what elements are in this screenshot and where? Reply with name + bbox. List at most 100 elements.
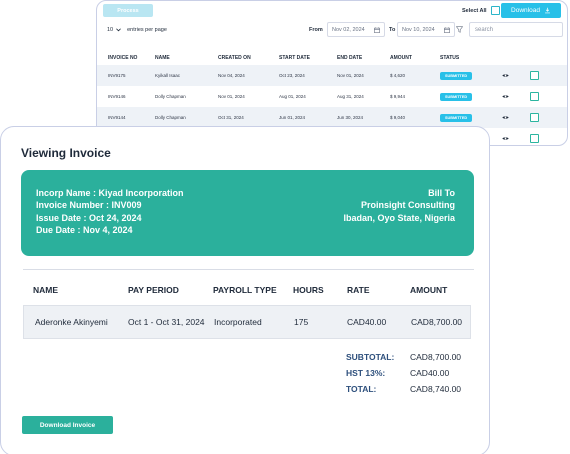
table-header: INVOICE NO NAME CREATED ON START DATE EN… — [97, 51, 567, 65]
invoice-no-cell: INV9175 — [108, 73, 126, 78]
chevron-down-icon — [116, 28, 122, 32]
column-header: AMOUNT — [410, 285, 448, 295]
table-row[interactable]: INV9175 Kyikall Isaac Nov 04, 2024 Oct 2… — [97, 65, 567, 86]
invoice-number: Invoice Number : INV009 — [36, 200, 142, 211]
column-header: RATE — [347, 285, 370, 295]
row-checkbox[interactable] — [530, 134, 539, 143]
search-input[interactable]: search — [469, 22, 563, 37]
select-all-control[interactable]: Select All — [462, 6, 500, 15]
name-cell: Dolly Chapman — [155, 94, 186, 99]
row-checkbox[interactable] — [530, 113, 539, 122]
from-label: From — [309, 27, 323, 33]
item-rate: CAD40.00 — [347, 317, 387, 327]
item-pay-period: Oct 1 - Oct 31, 2024 — [128, 317, 205, 327]
column-header: HOURS — [293, 285, 324, 295]
calendar-icon — [374, 26, 380, 33]
invoice-meta: Incorp Name : Kiyad Incorporation Invoic… — [36, 187, 184, 236]
line-item-row: Aderonke Akinyemi Oct 1 - Oct 31, 2024 I… — [23, 305, 471, 339]
bill-to: Bill To Proinsight Consulting Ibadan, Oy… — [343, 187, 455, 224]
table-row[interactable]: INV9146 Dolly Chapman Nov 01, 2024 Aug 0… — [97, 86, 567, 107]
select-all-label: Select All — [462, 7, 487, 14]
corp-name: Incorp Name : Kiyad Incorporation — [36, 188, 184, 198]
column-header: PAYROLL TYPE — [213, 285, 277, 295]
column-header[interactable]: CREATED ON — [218, 55, 279, 61]
issue-date: Issue Date : Oct 24, 2024 — [36, 212, 142, 223]
subtotal-label: SUBTOTAL: — [346, 352, 395, 362]
select-all-checkbox[interactable] — [490, 6, 500, 15]
calendar-icon — [444, 26, 450, 33]
tax-label: HST 13%: — [346, 368, 386, 378]
end-date-cell: Aug 31, 2024 — [337, 94, 364, 99]
invoice-no-cell: INV9144 — [108, 115, 126, 120]
total-label: TOTAL: — [346, 384, 377, 394]
totals-block: SUBTOTAL: CAD8,700.00 HST 13%: CAD40.00 … — [346, 349, 461, 397]
tax-value: CAD40.00 — [410, 368, 450, 378]
end-date-cell: Nov 01, 2024 — [337, 73, 364, 78]
name-cell: Dolly Chapman — [155, 115, 186, 120]
start-date-cell: Oct 23, 2024 — [279, 73, 305, 78]
from-date-field[interactable]: Nov 02, 2024 — [327, 22, 385, 37]
column-header[interactable]: AMOUNT — [390, 55, 440, 61]
column-header[interactable]: STATUS — [440, 55, 502, 61]
item-amount: CAD8,700.00 — [411, 317, 463, 327]
created-on-cell: Oct 31, 2024 — [218, 115, 244, 120]
process-button[interactable]: Process — [103, 4, 153, 17]
view-eye-icon[interactable] — [502, 115, 530, 121]
divider — [23, 269, 474, 270]
column-header[interactable]: NAME — [155, 55, 218, 61]
column-header[interactable]: END DATE — [337, 55, 390, 61]
per-page-select[interactable]: 10 — [107, 27, 122, 33]
filter-icon[interactable] — [456, 26, 463, 33]
item-payroll-type: Incorporated — [214, 317, 262, 327]
to-date-field[interactable]: Nov 10, 2024 — [397, 22, 455, 37]
created-on-cell: Nov 01, 2024 — [218, 94, 245, 99]
line-items-header: NAME PAY PERIOD PAYROLL TYPE HOURS RATE … — [23, 279, 474, 301]
total-row: TOTAL: CAD8,740.00 — [346, 381, 461, 397]
download-label: Download — [511, 7, 540, 14]
name-cell: Kyikall Isaac — [155, 73, 181, 78]
amount-cell: $ 4,620 — [390, 73, 406, 78]
status-badge: SUBMITTED — [440, 92, 473, 101]
total-value: CAD8,740.00 — [410, 384, 462, 394]
invoice-no-cell: INV9146 — [108, 94, 126, 99]
subtotal-value: CAD8,700.00 — [410, 352, 462, 362]
download-invoice-button[interactable]: Download Invoice — [22, 416, 113, 434]
due-date: Due Date : Nov 4, 2024 — [36, 224, 133, 235]
bill-to-label: Bill To — [428, 188, 455, 198]
tax-row: HST 13%: CAD40.00 — [346, 365, 461, 381]
to-label: To — [389, 27, 396, 33]
item-name: Aderonke Akinyemi — [35, 317, 108, 327]
invoice-summary-banner: Incorp Name : Kiyad Incorporation Invoic… — [21, 170, 474, 256]
view-eye-icon[interactable] — [502, 136, 530, 142]
table-row[interactable]: INV9144 Dolly Chapman Oct 31, 2024 Jun 0… — [97, 107, 567, 128]
entries-per-page: 10 entries per page — [107, 27, 167, 33]
row-checkbox[interactable] — [530, 92, 539, 101]
status-badge: SUBMITTED — [440, 113, 473, 122]
view-eye-icon[interactable] — [502, 94, 530, 100]
row-checkbox[interactable] — [530, 71, 539, 80]
invoice-list-panel: Process Select All Download 10 entries p… — [96, 0, 568, 146]
bill-to-address: Ibadan, Oyo State, Nigeria — [343, 212, 455, 223]
column-header[interactable]: INVOICE NO — [97, 55, 155, 61]
item-hours: 175 — [294, 317, 309, 327]
column-header: NAME — [33, 285, 59, 295]
view-eye-icon[interactable] — [502, 73, 530, 79]
page-title: Viewing Invoice — [21, 146, 111, 160]
created-on-cell: Nov 04, 2024 — [218, 73, 245, 78]
end-date-cell: Jun 30, 2024 — [337, 115, 364, 120]
subtotal-row: SUBTOTAL: CAD8,700.00 — [346, 349, 461, 365]
start-date-cell: Jun 01, 2024 — [279, 115, 306, 120]
column-header: PAY PERIOD — [128, 285, 179, 295]
status-badge: SUBMITTED — [440, 71, 473, 80]
per-page-label: entries per page — [127, 27, 167, 33]
per-page-value: 10 — [107, 27, 114, 33]
bill-to-name: Proinsight Consulting — [361, 200, 455, 211]
to-date-value: Nov 10, 2024 — [402, 26, 435, 33]
column-header[interactable]: START DATE — [279, 55, 337, 61]
amount-cell: $ 9,944 — [390, 94, 406, 99]
from-date-value: Nov 02, 2024 — [332, 26, 365, 33]
start-date-cell: Aug 01, 2024 — [279, 94, 306, 99]
download-button[interactable]: Download — [501, 3, 561, 18]
amount-cell: $ 9,040 — [390, 115, 406, 120]
download-icon — [545, 7, 550, 14]
